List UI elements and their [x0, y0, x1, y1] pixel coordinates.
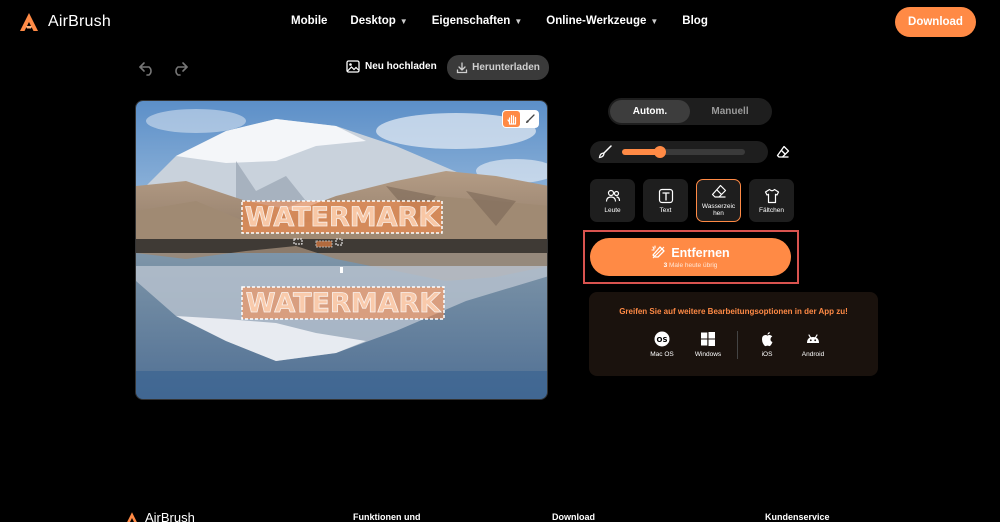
macos-icon: OS: [654, 331, 670, 347]
shirt-icon: [764, 188, 779, 203]
remaining-uses: 3 Male heute übrig: [664, 262, 718, 269]
nav-item-mobile[interactable]: Mobile: [291, 15, 327, 27]
export-button[interactable]: Herunterladen: [447, 55, 549, 80]
chevron-down-icon: ▼: [650, 17, 659, 26]
magic-eraser-icon: [651, 245, 665, 259]
nav-item-label: Desktop: [350, 15, 396, 27]
eraser-icon[interactable]: [776, 145, 790, 159]
nav-item-blog[interactable]: Blog: [682, 15, 708, 27]
airbrush-logo-icon: [126, 511, 138, 522]
platform-label: Android: [801, 351, 825, 358]
android-icon: [807, 334, 819, 343]
nav-item-label: Online-Werkzeuge: [546, 15, 647, 27]
platform-divider: [737, 331, 738, 359]
platform-label: Mac OS: [650, 351, 674, 358]
category-label: Wasserzeic hen: [701, 203, 736, 217]
hand-tool-button[interactable]: [503, 111, 520, 127]
windows-icon: [701, 332, 715, 346]
category-label: Text: [659, 206, 672, 214]
platform-ios[interactable]: iOS: [744, 331, 790, 358]
footer-brand[interactable]: AirBrush: [125, 510, 195, 522]
text-icon: [658, 188, 673, 203]
upload-new-button[interactable]: Neu hochladen: [346, 60, 437, 73]
category-label: Fältchen: [759, 206, 784, 214]
undo-icon[interactable]: [138, 60, 156, 76]
canvas-tool-switch: [502, 110, 539, 128]
brand-logo[interactable]: AirBrush: [18, 11, 111, 33]
image-upload-icon: [346, 60, 360, 73]
platform-label: Windows: [694, 351, 722, 358]
main-menu: Mobile Desktop ▼ Eigenschaften ▼ Online-…: [291, 15, 708, 27]
download-icon: [456, 61, 468, 73]
app-promo-panel: Greifen Sie auf weitere Bearbeitungsopti…: [589, 292, 878, 376]
brush-icon: [598, 145, 612, 159]
category-wrinkles[interactable]: Fältchen: [749, 179, 794, 222]
nav-item-label: Blog: [682, 15, 708, 27]
footer-heading-download: Download: [552, 512, 595, 522]
removal-category-list: Leute Text Wasserzeic hen Fältchen: [590, 179, 794, 222]
chevron-down-icon: ▼: [514, 17, 523, 26]
nav-item-label: Mobile: [291, 15, 328, 27]
brand-name: AirBrush: [48, 13, 111, 30]
redo-icon[interactable]: [171, 60, 189, 76]
brush-size-control: [590, 141, 768, 163]
footer-heading-support: Kundenservice: [765, 512, 830, 522]
nav-item-label: Eigenschaften: [431, 15, 511, 27]
category-text[interactable]: Text: [643, 179, 688, 222]
image-canvas[interactable]: WATERMARK WATERMARK: [135, 100, 548, 400]
upload-label: Neu hochladen: [365, 61, 437, 72]
mode-auto-button[interactable]: Autom.: [610, 100, 690, 123]
watermark-text-top: WATERMARK: [245, 202, 441, 233]
brush-tool-button[interactable]: [521, 111, 538, 127]
slider-knob[interactable]: [654, 146, 666, 158]
nav-item-desktop[interactable]: Desktop ▼: [350, 15, 407, 27]
export-label: Herunterladen: [472, 62, 540, 73]
airbrush-logo-icon: [20, 13, 38, 31]
people-icon: [605, 189, 620, 202]
footer-heading-features: Funktionen und: [353, 512, 421, 522]
top-nav: AirBrush Mobile Desktop ▼ Eigenschaften …: [0, 0, 1000, 44]
platform-list: OS Mac OS Windows iOS Android: [639, 331, 836, 359]
watermark-text-bottom: WATERMARK: [246, 288, 442, 319]
footer-brand-name: AirBrush: [145, 510, 195, 522]
mode-toggle: Autom. Manuell: [608, 98, 772, 125]
platform-label: iOS: [761, 351, 773, 358]
platform-macos[interactable]: OS Mac OS: [639, 331, 685, 358]
svg-text:OS: OS: [657, 336, 668, 344]
remove-label: Entfernen: [671, 245, 730, 260]
download-button[interactable]: Download: [895, 7, 976, 37]
nav-item-eigenschaften[interactable]: Eigenschaften ▼: [432, 15, 523, 27]
brush-size-slider[interactable]: [622, 146, 745, 158]
category-label: Leute: [604, 206, 621, 214]
brush-icon: [525, 114, 535, 123]
chevron-down-icon: ▼: [399, 17, 408, 26]
photo-preview: WATERMARK WATERMARK: [136, 101, 547, 399]
remaining-count: 3: [663, 262, 668, 269]
category-people[interactable]: Leute: [590, 179, 635, 222]
platform-windows[interactable]: Windows: [685, 331, 731, 358]
nav-item-online-werkzeuge[interactable]: Online-Werkzeuge ▼: [546, 15, 658, 27]
mode-manual-button[interactable]: Manuell: [690, 100, 770, 123]
remove-button[interactable]: Entfernen 3 Male heute übrig: [590, 238, 791, 276]
category-watermark[interactable]: Wasserzeic hen: [696, 179, 741, 222]
hand-icon: [506, 114, 516, 125]
app-promo-title: Greifen Sie auf weitere Bearbeitungsopti…: [619, 307, 848, 316]
eraser-icon: [711, 184, 726, 198]
platform-android[interactable]: Android: [790, 331, 836, 358]
remaining-text: Male heute übrig: [669, 262, 718, 269]
apple-icon: [762, 332, 773, 347]
